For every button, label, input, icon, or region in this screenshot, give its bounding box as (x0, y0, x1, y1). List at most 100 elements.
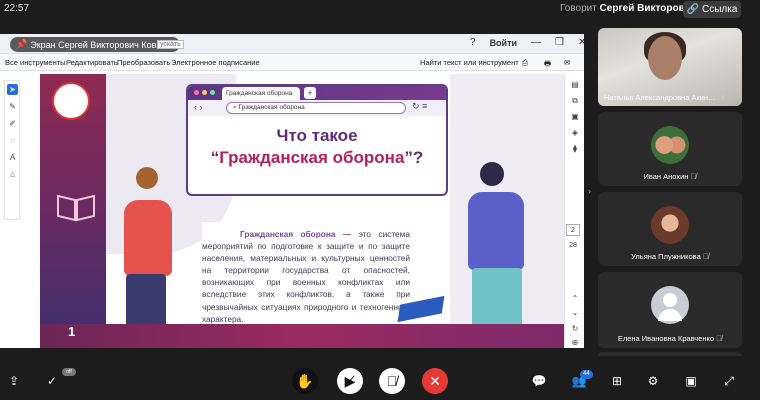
menu-convert[interactable]: Преобразовать (117, 58, 170, 67)
participant-tile-partial (598, 352, 742, 356)
sign-in-button[interactable]: Войти (490, 38, 517, 48)
export-icon[interactable]: ▣ (569, 112, 581, 121)
chat-icon[interactable]: 💬 (530, 372, 548, 390)
pdf-share-button[interactable]: ускать (157, 40, 184, 49)
mic-off-icon: 🎙̸ (716, 334, 723, 343)
link-icon: 🔗 (686, 4, 700, 15)
quote-close: ”? (404, 148, 424, 167)
fullscreen-icon[interactable]: ⤢ (720, 372, 738, 390)
participant-name-text: Елена Ивановна Кравченко (617, 334, 715, 343)
slide-heading-line2: “Гражданская оборона”? (188, 148, 446, 168)
slide-heading-line1: Что такое (276, 126, 358, 145)
page-number-input[interactable]: 2 (566, 224, 580, 236)
leave-call-button[interactable]: ✕ (422, 368, 448, 394)
left-toolbar: ➤ ✎ ✐ ◌ A ⌂ (4, 80, 20, 220)
presentation-slide: Гражданская оборона + ‹ › ⌕ Гражданская … (40, 74, 564, 348)
clock: 22:57 (4, 3, 30, 14)
participant-name-text: Наталья Александровна Акин… (604, 93, 716, 102)
participant-name: Елена Ивановна Кравченко 🎙̸ (598, 334, 742, 343)
participant-name: Иван Анохин 🎙̸ (598, 172, 742, 181)
menu-edit[interactable]: Редактировать (66, 58, 118, 67)
window-controls: ? Войти — ❐ ✕ (470, 37, 584, 48)
top-bar: 22:57 Говорит Сергей Викторович К. 🔗 Ссы… (0, 0, 760, 20)
mic-off-icon: 🎙̸ (717, 93, 724, 102)
dot-icon (194, 90, 199, 95)
print-icon-2[interactable]: 🖶 (544, 58, 551, 71)
participant-tile[interactable]: Елена Ивановна Кравченко 🎙̸ (598, 272, 742, 348)
pdf-menu-bar: Все инструменты Редактировать Преобразов… (0, 54, 584, 71)
browser-tab-bar: Гражданская оборона + (188, 86, 446, 100)
chevron-right-icon[interactable]: › (588, 186, 591, 196)
bookmark-icon[interactable]: ⧉ (569, 96, 581, 106)
comment-panel-icon[interactable]: ▤ (569, 80, 581, 89)
avatar (651, 206, 689, 244)
browser-nav-bar: ‹ › ⌕ Гражданская оборона ↻ ≡ (188, 100, 446, 116)
definition-body: это система мероприятий по подготовке к … (202, 229, 410, 324)
raise-hand-button[interactable]: ✋ (292, 368, 318, 394)
menu-e-sign[interactable]: Электронное подписание (171, 58, 260, 67)
zoom-in-icon[interactable]: ⊕ (569, 338, 581, 347)
woman-illustration-head (136, 167, 158, 189)
whiteboard-icon[interactable]: ✓ (42, 370, 62, 392)
participant-tile[interactable]: Наталья Александровна Акин… 🎙̸ (598, 28, 742, 106)
mic-off-icon: 🎙̸ (702, 252, 709, 261)
help-icon[interactable]: ? (470, 37, 476, 48)
refresh-icon[interactable]: ↻ (569, 324, 581, 333)
plus-icon: + (304, 87, 316, 99)
menu-all-tools[interactable]: Все инструменты (5, 58, 66, 67)
address-bar: ⌕ Гражданская оборона (226, 102, 406, 114)
print-icon[interactable]: ⎙ (522, 58, 528, 68)
copy-link-label: Ссылка (702, 4, 738, 15)
picture-in-picture-icon[interactable]: ▣ (682, 372, 700, 390)
avatar (651, 286, 689, 324)
mail-icon[interactable]: ✉ (564, 58, 570, 67)
copy-link-button[interactable]: 🔗 Ссылка (683, 1, 741, 18)
school-emblem-icon (52, 82, 90, 120)
participants-count-badge: 44 (580, 370, 593, 379)
browser-tab: Гражданская оборона (222, 87, 300, 100)
screen-share-view[interactable]: 📌 Экран Сергей Викторович Ковалев ускать… (0, 34, 584, 348)
mic-off-button[interactable]: 🎙̸ (379, 368, 405, 394)
stamp-icon[interactable]: ⌂ (7, 169, 18, 180)
close-icon[interactable]: ✕ (578, 37, 584, 48)
status-pill: off (62, 368, 76, 376)
settings-icon[interactable]: ⚙ (644, 372, 662, 390)
back-forward-icon: ‹ › (194, 102, 203, 112)
comment-icon[interactable]: ✎ (7, 101, 18, 112)
woman-illustration-body (124, 200, 172, 276)
definition-paragraph: Гражданская оборона — это система меропр… (202, 228, 410, 325)
participant-name: Ульяна Плужникова 🎙̸ (598, 252, 742, 261)
scroll-down-icon[interactable]: ⌄ (569, 308, 581, 317)
participant-name-text: Иван Анохин (643, 172, 689, 181)
man-illustration-head (480, 162, 504, 186)
maximize-icon[interactable]: ❐ (555, 37, 564, 48)
stack-icon[interactable]: ⧫ (569, 144, 581, 153)
screen-share-label: 📌 Экран Сергей Викторович Ковалев (10, 37, 180, 52)
participant-name-text: Ульяна Плужникова (631, 252, 701, 261)
camera-off-button[interactable]: ▶̸ (337, 368, 363, 394)
grid-layout-icon[interactable]: ⊞ (608, 372, 626, 390)
menu-search[interactable]: Найти текст или инструмент (420, 58, 519, 67)
screen-share-label-text: Экран Сергей Викторович Ковалев (30, 39, 177, 50)
speaker-prefix: Говорит (560, 3, 597, 14)
man-illustration-body (468, 192, 524, 270)
select-cursor-icon[interactable]: ➤ (7, 84, 18, 95)
avatar (651, 126, 689, 164)
share-screen-icon[interactable]: ⇪ (6, 370, 22, 392)
dot-icon (202, 90, 207, 95)
mic-off-icon: 🎙̸ (690, 172, 697, 181)
participant-tile[interactable]: Ульяна Плужникова 🎙̸ (598, 192, 742, 266)
participant-tile[interactable]: Иван Анохин 🎙̸ (598, 112, 742, 186)
page-total: 28 (569, 242, 577, 249)
quote-open: “ (210, 148, 220, 167)
text-select-icon[interactable]: A (7, 152, 18, 163)
scroll-up-icon[interactable]: ⌃ (569, 294, 581, 303)
participant-name: Наталья Александровна Акин… 🎙̸ (604, 93, 742, 102)
reload-menu-icon: ↻ ≡ (412, 101, 428, 111)
minimize-icon[interactable]: — (531, 37, 541, 48)
search-icon: ⌕ (233, 104, 237, 111)
definition-term: Гражданская оборона — (240, 229, 352, 239)
lasso-icon[interactable]: ◌ (7, 135, 18, 146)
layers-icon[interactable]: ◈ (569, 128, 581, 137)
pen-icon[interactable]: ✐ (7, 118, 18, 129)
